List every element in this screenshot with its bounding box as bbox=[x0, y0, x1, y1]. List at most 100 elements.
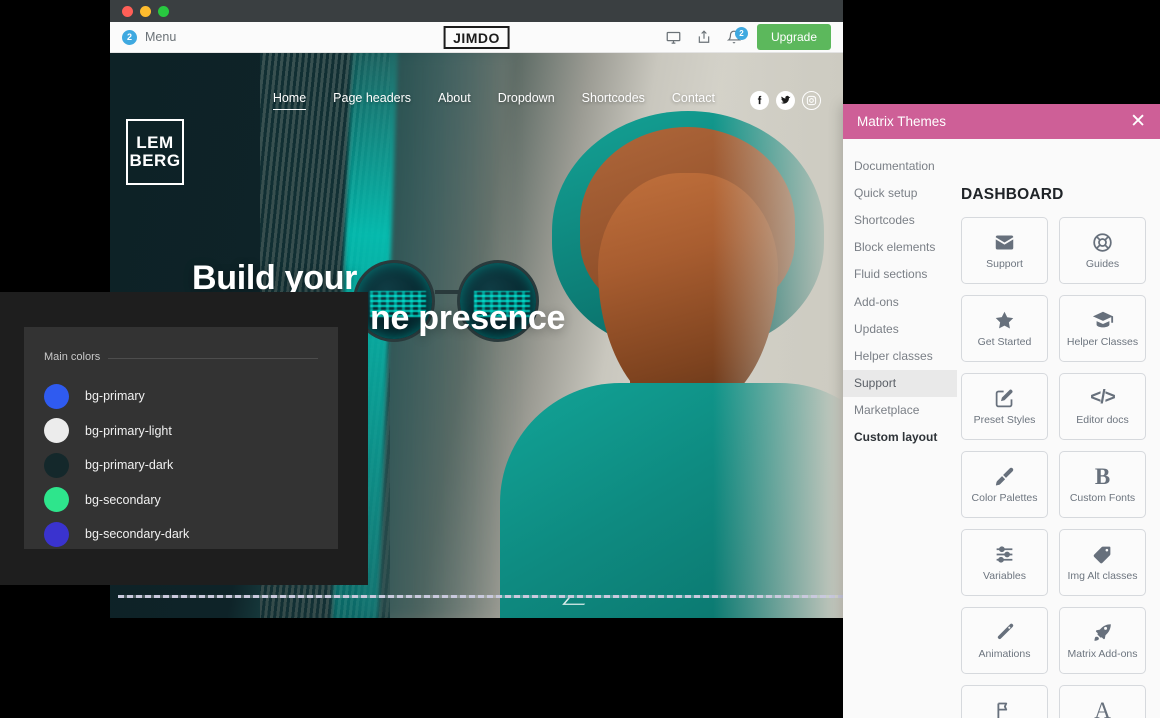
close-icon[interactable]: ✕ bbox=[1128, 112, 1148, 131]
panel-header: Matrix Themes ✕ bbox=[843, 104, 1160, 139]
card-label: Preset Styles bbox=[973, 414, 1036, 426]
panel-title: Matrix Themes bbox=[857, 114, 947, 129]
card-label: Support bbox=[986, 258, 1023, 270]
swatch-label: bg-primary-light bbox=[85, 423, 172, 438]
notification-badge: 2 bbox=[734, 27, 748, 40]
swatch-row[interactable]: bg-primary bbox=[44, 379, 324, 414]
card-label: Img Alt classes bbox=[1067, 570, 1138, 582]
window-close-button[interactable] bbox=[122, 5, 133, 17]
envelope-icon bbox=[994, 231, 1015, 253]
site-logo[interactable]: LEM BERG bbox=[126, 119, 184, 185]
color-swatch bbox=[44, 521, 69, 547]
swatch-row[interactable]: bg-secondary-dark bbox=[44, 517, 324, 549]
swatch-row[interactable]: bg-primary-light bbox=[44, 414, 324, 449]
card-label: Custom Fonts bbox=[1069, 492, 1136, 504]
card-label: Animations bbox=[978, 648, 1031, 660]
color-swatch bbox=[44, 418, 69, 444]
star-icon bbox=[994, 309, 1015, 331]
browser-titlebar bbox=[110, 0, 843, 22]
card-guides[interactable]: Guides bbox=[1059, 217, 1146, 284]
magic-wand-icon bbox=[994, 621, 1015, 643]
card-animations[interactable]: Animations bbox=[961, 607, 1048, 674]
card-label: Matrix Add-ons bbox=[1067, 648, 1138, 660]
jimdo-logo: JIMDO bbox=[443, 25, 510, 49]
sliders-icon bbox=[994, 543, 1015, 565]
main-colors-legend: Main colors bbox=[44, 351, 318, 363]
sidebar-item-add-ons[interactable]: Add-ons bbox=[843, 288, 957, 315]
swatch-row[interactable]: bg-secondary bbox=[44, 483, 324, 518]
tag-icon bbox=[1092, 543, 1113, 565]
bold-letter-icon: B bbox=[1094, 463, 1111, 489]
paintbrush-icon bbox=[994, 465, 1015, 487]
color-swatch bbox=[44, 452, 69, 478]
main-colors-card: Main colors bg-primary bg-primary-light … bbox=[24, 327, 338, 549]
sidebar-item-custom-layout[interactable]: Custom layout bbox=[843, 424, 957, 451]
letter-a-icon: A bbox=[1094, 697, 1111, 718]
card-google-fonts[interactable]: A Google Fonts bbox=[1059, 685, 1146, 718]
facebook-icon[interactable] bbox=[750, 90, 769, 110]
card-get-started[interactable]: Get Started bbox=[961, 295, 1048, 362]
dashboard-title: DASHBOARD bbox=[961, 186, 1064, 203]
dashboard-card-grid: Support Guides Get Started Helper Classe… bbox=[961, 217, 1146, 718]
card-label: Editor docs bbox=[1076, 414, 1129, 426]
card-custom-fonts[interactable]: B Custom Fonts bbox=[1059, 451, 1146, 518]
card-label: Helper Classes bbox=[1066, 336, 1139, 348]
card-matrix-add-ons[interactable]: Matrix Add-ons bbox=[1059, 607, 1146, 674]
twitter-icon[interactable] bbox=[776, 90, 795, 110]
site-logo-line2: BERG bbox=[129, 151, 181, 170]
sidebar-item-helper-classes[interactable]: Helper classes bbox=[843, 342, 957, 369]
sidebar-item-marketplace[interactable]: Marketplace bbox=[843, 397, 957, 424]
card-label: Color Palettes bbox=[971, 492, 1038, 504]
flag-icon bbox=[994, 699, 1015, 718]
social-links bbox=[750, 90, 821, 110]
nav-link-dropdown[interactable]: Dropdown bbox=[498, 91, 555, 109]
code-icon: </> bbox=[1090, 387, 1116, 408]
nav-link-home[interactable]: Home bbox=[272, 91, 307, 110]
pen-square-icon bbox=[994, 387, 1015, 409]
nav-link-about[interactable]: About bbox=[438, 91, 471, 109]
color-swatch bbox=[44, 487, 69, 513]
sidebar-item-support[interactable]: Support bbox=[843, 369, 957, 397]
sidebar-item-fluid-sections[interactable]: Fluid sections bbox=[843, 261, 957, 288]
swatch-label: bg-primary bbox=[85, 389, 145, 404]
share-icon[interactable] bbox=[697, 30, 711, 44]
card-color-palettes[interactable]: Color Palettes bbox=[961, 451, 1048, 518]
card-support[interactable]: Support bbox=[961, 217, 1048, 284]
sidebar-item-block-elements[interactable]: Block elements bbox=[843, 234, 957, 261]
nav-link-page-headers[interactable]: Page headers bbox=[333, 91, 411, 109]
toolbar-actions: 2 Upgrade bbox=[666, 24, 831, 50]
sidebar-item-updates[interactable]: Updates bbox=[843, 315, 957, 342]
sidebar-item-shortcodes[interactable]: Shortcodes bbox=[843, 206, 957, 233]
window-minimize-button[interactable] bbox=[140, 5, 151, 17]
card-fontawesome[interactable]: FontAwesome bbox=[961, 685, 1048, 718]
swatch-list: bg-primary bg-primary-light bg-primary-d… bbox=[44, 379, 324, 549]
nav-link-contact[interactable]: Contact bbox=[672, 91, 715, 109]
hero-divider bbox=[118, 595, 843, 598]
rocket-icon bbox=[1092, 621, 1113, 643]
card-helper-classes[interactable]: Helper Classes bbox=[1059, 295, 1146, 362]
upgrade-button[interactable]: Upgrade bbox=[756, 24, 831, 50]
card-label: Guides bbox=[1085, 258, 1120, 270]
graduation-cap-icon bbox=[1092, 309, 1114, 331]
site-navigation: Home Page headers About Dropdown Shortco… bbox=[110, 53, 843, 121]
swatch-row[interactable]: bg-primary-dark bbox=[44, 448, 324, 483]
card-preset-styles[interactable]: Preset Styles bbox=[961, 373, 1048, 440]
swatch-label: bg-secondary bbox=[85, 492, 161, 507]
card-img-alt-classes[interactable]: Img Alt classes bbox=[1059, 529, 1146, 596]
sidebar-item-documentation[interactable]: Documentation bbox=[843, 152, 957, 179]
screenshot-root: 2 Menu JIMDO 2 Upgrade LEM BERG Home Pag… bbox=[0, 0, 1160, 718]
menu-badge: 2 bbox=[122, 29, 137, 45]
panel-sidebar: Documentation Quick setup Shortcodes Blo… bbox=[843, 139, 957, 718]
card-label: Variables bbox=[983, 570, 1026, 582]
sidebar-item-quick-setup[interactable]: Quick setup bbox=[843, 179, 957, 206]
monitor-icon[interactable] bbox=[666, 30, 681, 45]
nav-link-shortcodes[interactable]: Shortcodes bbox=[582, 91, 645, 109]
bell-icon[interactable]: 2 bbox=[726, 27, 748, 44]
menu-button[interactable]: 2 Menu bbox=[122, 29, 176, 45]
card-variables[interactable]: Variables bbox=[961, 529, 1048, 596]
color-swatch bbox=[44, 383, 69, 409]
card-editor-docs[interactable]: </> Editor docs bbox=[1059, 373, 1146, 440]
swatch-label: bg-primary-dark bbox=[85, 458, 174, 473]
window-maximize-button[interactable] bbox=[158, 5, 169, 17]
instagram-icon[interactable] bbox=[802, 90, 821, 110]
